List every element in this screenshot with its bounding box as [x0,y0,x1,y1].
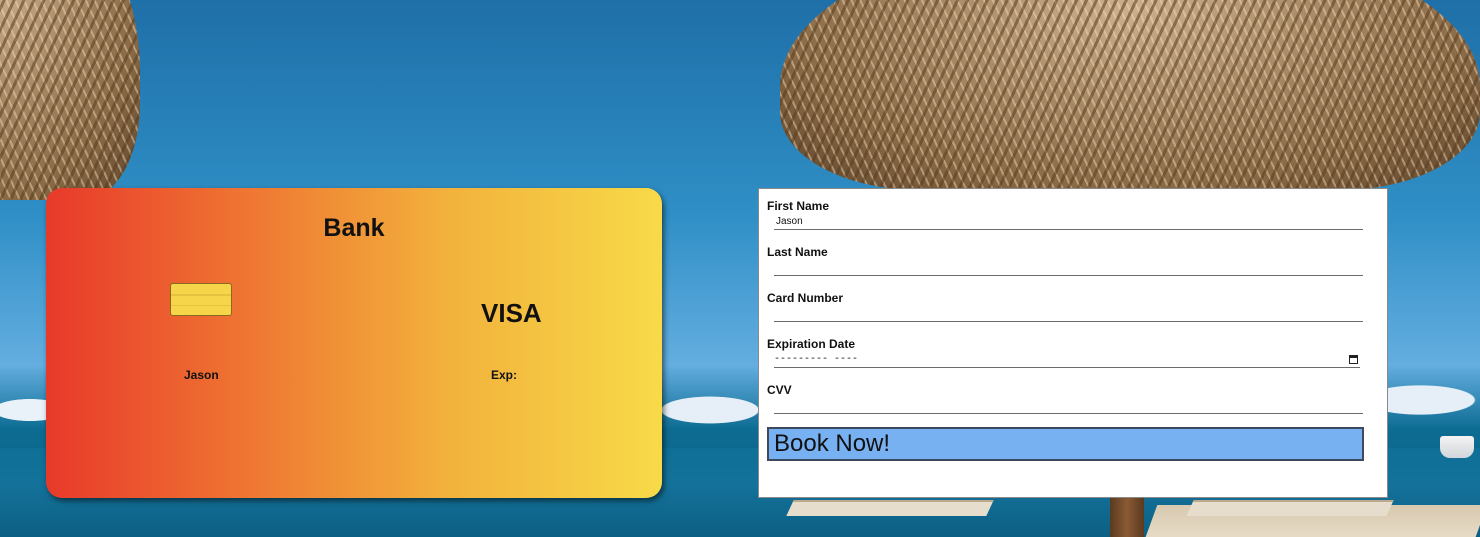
first-name-input[interactable] [774,214,1363,230]
card-bank-name: Bank [323,214,385,242]
thatched-umbrella-left [0,0,140,200]
book-now-button[interactable]: Book Now! [767,427,1364,461]
cvv-field-group: CVV [767,382,1363,414]
first-name-label: First Name [767,199,830,213]
credit-card-preview: Bank VISA Jason Exp: [46,188,662,498]
card-expiration-label: Exp: [491,368,518,382]
last-name-label: Last Name [767,245,828,259]
calendar-icon[interactable] [1349,355,1358,364]
first-name-field-group: First Name [767,198,1363,230]
expiration-date-field-group: Expiration Date --------- ---- [767,336,1363,368]
lounge-chair [786,500,994,516]
cvv-label: CVV [767,383,792,397]
card-number-label: Card Number [767,291,844,305]
last-name-field-group: Last Name [767,244,1363,276]
card-network-logo: VISA [481,298,542,328]
expiration-date-input[interactable]: --------- ---- [774,352,1360,368]
expiration-date-label: Expiration Date [767,337,856,351]
thatched-umbrella-right [780,0,1480,190]
lounge-chair [1186,500,1394,516]
card-holder-name: Jason [184,368,219,382]
card-number-input[interactable] [774,306,1363,322]
card-number-field-group: Card Number [767,290,1363,322]
card-chip-icon [170,283,232,316]
cvv-input[interactable] [774,398,1363,414]
boat [1440,436,1474,458]
payment-form: First Name Last Name Card Number Expirat… [758,188,1388,498]
last-name-input[interactable] [774,260,1363,276]
expiration-date-placeholder: --------- ---- [774,354,859,365]
